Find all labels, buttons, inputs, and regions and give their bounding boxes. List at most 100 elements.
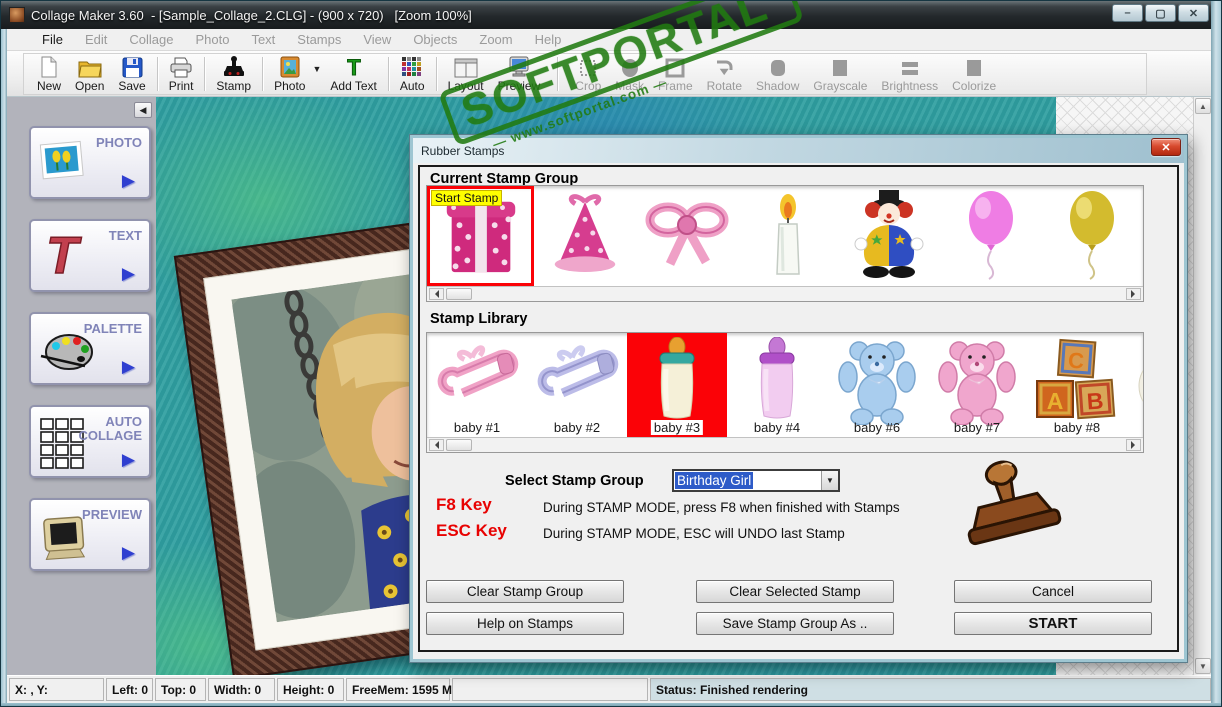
- app-window: Collage Maker 3.60 - [Sample_Collage_2.C…: [0, 0, 1222, 707]
- photo-button[interactable]: Photo: [267, 54, 312, 94]
- blue-teddy-bear-icon: [835, 337, 919, 430]
- esc-key-hint: During STAMP MODE, ESC will UNDO last St…: [543, 526, 845, 541]
- stamp-yellow-balloon[interactable]: [1042, 186, 1143, 286]
- start-button[interactable]: START: [954, 612, 1152, 635]
- scrollbar-thumb[interactable]: [446, 439, 472, 451]
- auto-button[interactable]: Auto: [393, 54, 432, 94]
- menu-file[interactable]: File: [31, 30, 74, 49]
- auto-collage-panel-button[interactable]: AUTO COLLAGE ▶: [29, 405, 151, 478]
- clear-stamp-group-button[interactable]: Clear Stamp Group: [426, 580, 624, 603]
- shadow-button: Shadow: [749, 54, 806, 94]
- current-stamp-group-strip: Start Stamp: [426, 185, 1144, 302]
- stamp-gift-box[interactable]: Start Stamp: [427, 186, 535, 286]
- maximize-button[interactable]: ▢: [1145, 4, 1176, 22]
- close-button[interactable]: ✕: [1178, 4, 1209, 22]
- new-document-icon: [39, 56, 59, 78]
- palette-panel-button[interactable]: PALETTE ▶: [29, 312, 151, 385]
- stamp-candle[interactable]: [737, 186, 838, 286]
- photo-dropdown-icon[interactable]: ▼: [312, 64, 321, 74]
- pink-balloon-icon: [960, 188, 1022, 285]
- tool-sidebar: ◀ PHOTO ▶ T TEXT ▶ PALETTE ▶ AUTO COLLAG…: [7, 97, 156, 675]
- preview-panel-button[interactable]: PREVIEW ▶: [29, 498, 151, 571]
- sidebar-collapse-button[interactable]: ◀: [134, 102, 152, 118]
- scroll-right-icon[interactable]: [1126, 439, 1141, 451]
- library-scrollbar[interactable]: [427, 437, 1143, 452]
- dialog-close-button[interactable]: ✕: [1151, 138, 1181, 156]
- window-title: Collage Maker 3.60 - [Sample_Collage_2.C…: [31, 7, 472, 23]
- library-stamp-baby8[interactable]: C A B baby #8: [1027, 333, 1127, 437]
- stamp-clown[interactable]: [839, 186, 940, 286]
- stamp-button[interactable]: Stamp: [209, 54, 258, 94]
- status-top: Top: 0: [155, 678, 206, 701]
- layout-icon: [454, 56, 478, 78]
- stamp-library-strip: baby #1 baby #2 baby #3 baby #4 baby #6 …: [426, 332, 1144, 453]
- brightness-icon: [899, 56, 921, 78]
- svg-text:B: B: [1086, 387, 1104, 414]
- menu-view: View: [363, 32, 392, 47]
- toolbar-separator: [557, 57, 559, 91]
- cancel-button[interactable]: Cancel: [954, 580, 1152, 603]
- new-button[interactable]: New: [30, 54, 68, 94]
- save-button[interactable]: Save: [111, 54, 152, 94]
- fancy-t-icon: T: [39, 226, 85, 288]
- open-button[interactable]: Open: [68, 54, 111, 94]
- print-button[interactable]: Print: [162, 54, 201, 94]
- frame-button: Frame: [651, 54, 700, 94]
- photo-panel-button[interactable]: PHOTO ▶: [29, 126, 151, 199]
- canvas-vertical-scrollbar[interactable]: ▲ ▼: [1193, 97, 1211, 675]
- menu-photo: Photo: [195, 32, 230, 47]
- auto-grid-icon: [401, 56, 423, 78]
- text-panel-button[interactable]: T TEXT ▶: [29, 219, 151, 292]
- save-stamp-group-as-button[interactable]: Save Stamp Group As ..: [696, 612, 894, 635]
- clear-selected-stamp-button[interactable]: Clear Selected Stamp: [696, 580, 894, 603]
- frame-icon: [665, 56, 685, 78]
- library-stamp-baby6[interactable]: baby #6: [827, 333, 927, 437]
- esc-key-label: ESC Key: [436, 521, 507, 540]
- dialog-titlebar[interactable]: Rubber Stamps: [413, 138, 1184, 163]
- rubber-stamp-illustration: [942, 457, 1072, 567]
- save-floppy-icon: [122, 56, 143, 78]
- add-text-button[interactable]: T Add Text: [323, 54, 383, 94]
- library-stamp-baby2[interactable]: baby #2: [527, 333, 627, 437]
- rotate-icon: [713, 56, 735, 78]
- library-stamp-baby7[interactable]: baby #7: [927, 333, 1027, 437]
- current-group-scrollbar[interactable]: [427, 286, 1143, 301]
- library-stamp-baby1[interactable]: baby #1: [427, 333, 527, 437]
- preview-button[interactable]: Preview: [491, 54, 548, 94]
- stamp-party-hat[interactable]: [534, 186, 635, 286]
- rubber-stamp-icon: [222, 55, 246, 78]
- stamp-pink-balloon[interactable]: [940, 186, 1041, 286]
- stamp-group-combobox[interactable]: Birthday Girl ▼: [672, 469, 840, 492]
- baby-bottle-icon: [648, 336, 706, 428]
- library-stamp-baby3[interactable]: baby #3: [627, 333, 727, 437]
- window-titlebar[interactable]: Collage Maker 3.60 - [Sample_Collage_2.C…: [1, 1, 1221, 29]
- alphabet-blocks-icon: C A B: [1033, 337, 1121, 428]
- grayscale-icon: [830, 56, 850, 78]
- scroll-down-icon[interactable]: ▼: [1195, 658, 1211, 674]
- crop-button: Crop: [568, 54, 608, 94]
- combobox-dropdown-icon[interactable]: ▼: [821, 471, 838, 490]
- colorize-icon: [964, 56, 984, 78]
- pink-safety-pin-icon: [429, 337, 525, 416]
- library-stamp-baby4[interactable]: baby #4: [727, 333, 827, 437]
- panel-arrow-icon: ▶: [121, 357, 135, 376]
- status-xy: X: , Y:: [9, 678, 104, 701]
- minimize-button[interactable]: –: [1112, 4, 1143, 22]
- toolbar-separator: [204, 57, 206, 91]
- monitor-icon: [39, 516, 93, 567]
- toolbar-separator: [435, 57, 437, 91]
- scrollbar-thumb[interactable]: [446, 288, 472, 300]
- status-empty-panel: [452, 678, 648, 701]
- panel-arrow-icon: ▶: [121, 171, 135, 190]
- help-on-stamps-button[interactable]: Help on Stamps: [426, 612, 624, 635]
- scroll-right-icon[interactable]: [1126, 288, 1141, 300]
- stamp-ribbon-bow[interactable]: [636, 186, 737, 286]
- scroll-left-icon[interactable]: [429, 439, 444, 451]
- svg-text:A: A: [1047, 388, 1064, 414]
- library-stamp-partial[interactable]: [1127, 333, 1143, 437]
- window-right-border: [1211, 1, 1221, 706]
- layout-button[interactable]: Layout: [441, 54, 491, 94]
- scroll-up-icon[interactable]: ▲: [1195, 98, 1211, 114]
- menu-stamps: Stamps: [297, 32, 342, 47]
- scroll-left-icon[interactable]: [429, 288, 444, 300]
